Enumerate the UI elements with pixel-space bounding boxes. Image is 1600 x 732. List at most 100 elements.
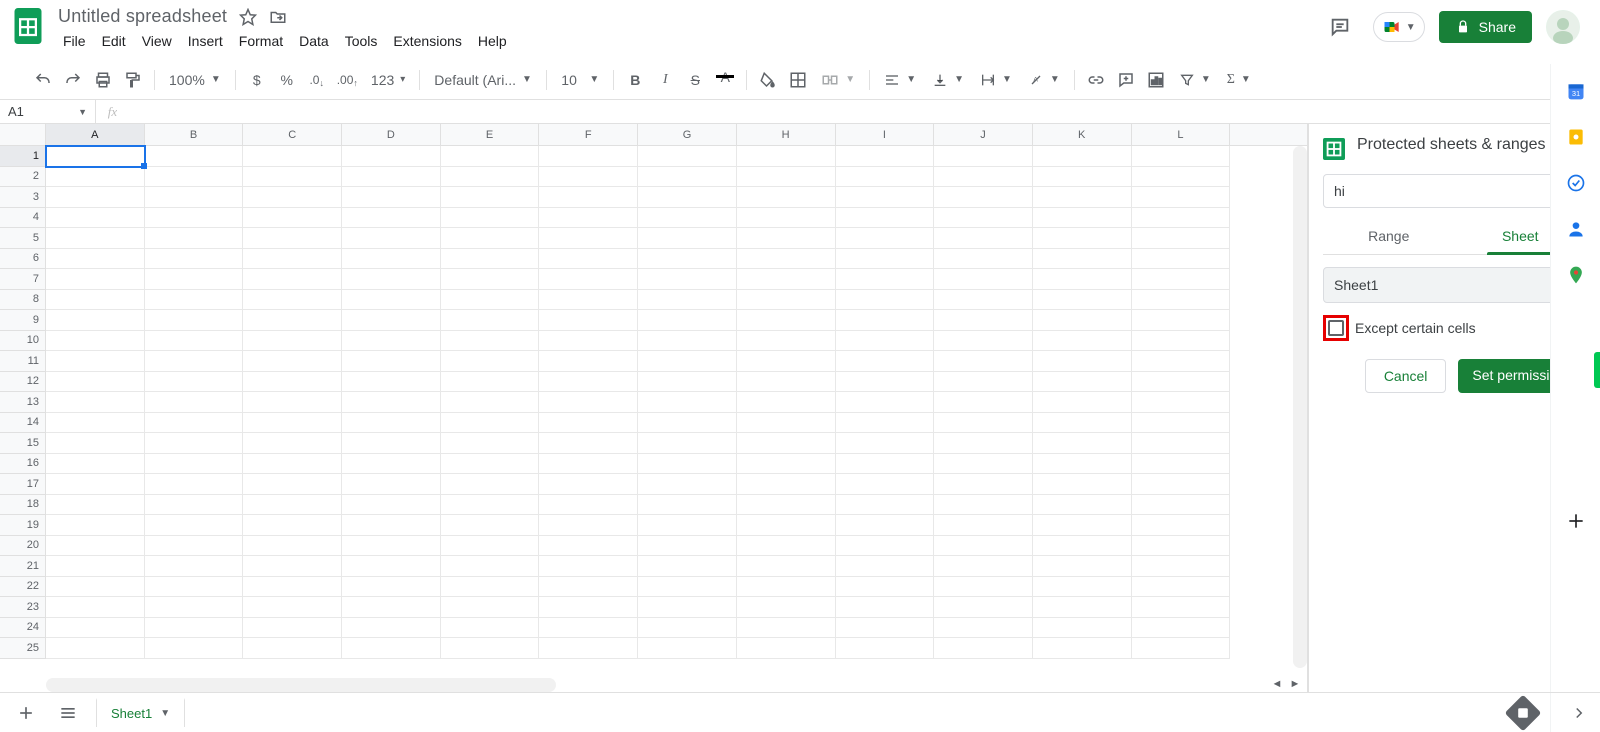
menu-data[interactable]: Data xyxy=(292,29,336,53)
cell[interactable] xyxy=(1033,515,1132,536)
cell[interactable] xyxy=(737,495,836,516)
cell[interactable] xyxy=(342,577,441,598)
cell[interactable] xyxy=(539,495,638,516)
cell[interactable] xyxy=(441,577,540,598)
cell[interactable] xyxy=(1033,249,1132,270)
row-header[interactable]: 15 xyxy=(0,433,46,454)
cell[interactable] xyxy=(46,597,145,618)
cell[interactable] xyxy=(737,167,836,188)
doc-title[interactable]: Untitled spreadsheet xyxy=(58,6,227,27)
keep-icon[interactable] xyxy=(1565,126,1587,148)
cell[interactable] xyxy=(737,413,836,434)
cell[interactable] xyxy=(1132,597,1231,618)
italic-icon[interactable]: I xyxy=(652,67,678,93)
fill-color-icon[interactable] xyxy=(755,67,781,93)
column-header[interactable]: I xyxy=(836,124,935,145)
cell[interactable] xyxy=(737,597,836,618)
cell[interactable] xyxy=(145,495,244,516)
cell[interactable] xyxy=(342,638,441,659)
valign-combo[interactable]: ▼ xyxy=(926,72,970,88)
currency-icon[interactable]: $ xyxy=(244,67,270,93)
caret-down-icon[interactable]: ▼ xyxy=(160,708,170,719)
row-header[interactable]: 21 xyxy=(0,556,46,577)
cell[interactable] xyxy=(145,618,244,639)
cell[interactable] xyxy=(1033,618,1132,639)
cell[interactable] xyxy=(145,556,244,577)
column-header[interactable]: L xyxy=(1132,124,1231,145)
font-combo[interactable]: Default (Ari...▼ xyxy=(428,72,538,88)
row-header[interactable]: 20 xyxy=(0,536,46,557)
cell[interactable] xyxy=(539,228,638,249)
cell[interactable] xyxy=(145,536,244,557)
cell[interactable] xyxy=(836,454,935,475)
row-header[interactable]: 13 xyxy=(0,392,46,413)
show-sidepanel-icon[interactable] xyxy=(1570,704,1588,722)
add-addon-icon[interactable] xyxy=(1565,510,1587,532)
cell[interactable] xyxy=(342,597,441,618)
cell[interactable] xyxy=(1033,146,1132,167)
cell[interactable] xyxy=(836,413,935,434)
cell[interactable] xyxy=(539,392,638,413)
menu-view[interactable]: View xyxy=(135,29,179,53)
cell[interactable] xyxy=(441,269,540,290)
cell[interactable] xyxy=(1132,392,1231,413)
column-header[interactable]: J xyxy=(934,124,1033,145)
contacts-icon[interactable] xyxy=(1565,218,1587,240)
cell[interactable] xyxy=(342,372,441,393)
cell[interactable] xyxy=(539,310,638,331)
cell[interactable] xyxy=(46,372,145,393)
cell[interactable] xyxy=(1033,495,1132,516)
cell[interactable] xyxy=(934,187,1033,208)
cell[interactable] xyxy=(1033,187,1132,208)
cell[interactable] xyxy=(441,290,540,311)
cell[interactable] xyxy=(934,597,1033,618)
cell[interactable] xyxy=(934,474,1033,495)
cell[interactable] xyxy=(46,638,145,659)
cell[interactable] xyxy=(1132,474,1231,495)
cell[interactable] xyxy=(1132,187,1231,208)
name-box[interactable]: A1▼ xyxy=(0,100,96,123)
cell[interactable] xyxy=(441,167,540,188)
comments-icon[interactable] xyxy=(1321,8,1359,46)
cell[interactable] xyxy=(1033,208,1132,229)
tab-range[interactable]: Range xyxy=(1323,220,1455,254)
spreadsheet-grid[interactable]: ABCDEFGHIJKL 123456789101112131415161718… xyxy=(0,124,1308,692)
cell[interactable] xyxy=(638,351,737,372)
cell[interactable] xyxy=(539,167,638,188)
cell[interactable] xyxy=(638,618,737,639)
comment-icon[interactable] xyxy=(1113,67,1139,93)
formula-input[interactable] xyxy=(130,100,1600,123)
cell[interactable] xyxy=(342,515,441,536)
cell[interactable] xyxy=(1033,290,1132,311)
cell[interactable] xyxy=(1033,454,1132,475)
cell[interactable] xyxy=(145,249,244,270)
cell[interactable] xyxy=(342,146,441,167)
cell[interactable] xyxy=(934,556,1033,577)
cell[interactable] xyxy=(1033,536,1132,557)
move-folder-icon[interactable] xyxy=(269,8,287,26)
cell[interactable] xyxy=(638,290,737,311)
menu-edit[interactable]: Edit xyxy=(95,29,133,53)
cell[interactable] xyxy=(145,310,244,331)
cell[interactable] xyxy=(342,269,441,290)
cell[interactable] xyxy=(46,515,145,536)
cell[interactable] xyxy=(836,638,935,659)
meet-button[interactable]: ▼ xyxy=(1373,12,1425,42)
cell[interactable] xyxy=(441,228,540,249)
cell[interactable] xyxy=(1033,372,1132,393)
star-icon[interactable] xyxy=(239,8,257,26)
cell[interactable] xyxy=(638,577,737,598)
cell[interactable] xyxy=(441,536,540,557)
cell[interactable] xyxy=(836,208,935,229)
account-avatar[interactable] xyxy=(1546,10,1580,44)
cell[interactable] xyxy=(539,536,638,557)
all-sheets-icon[interactable] xyxy=(54,699,82,727)
row-header[interactable]: 25 xyxy=(0,638,46,659)
cell[interactable] xyxy=(243,331,342,352)
row-header[interactable]: 5 xyxy=(0,228,46,249)
cell[interactable] xyxy=(145,515,244,536)
print-icon[interactable] xyxy=(90,67,116,93)
cell[interactable] xyxy=(638,638,737,659)
cell[interactable] xyxy=(737,310,836,331)
cell[interactable] xyxy=(145,351,244,372)
